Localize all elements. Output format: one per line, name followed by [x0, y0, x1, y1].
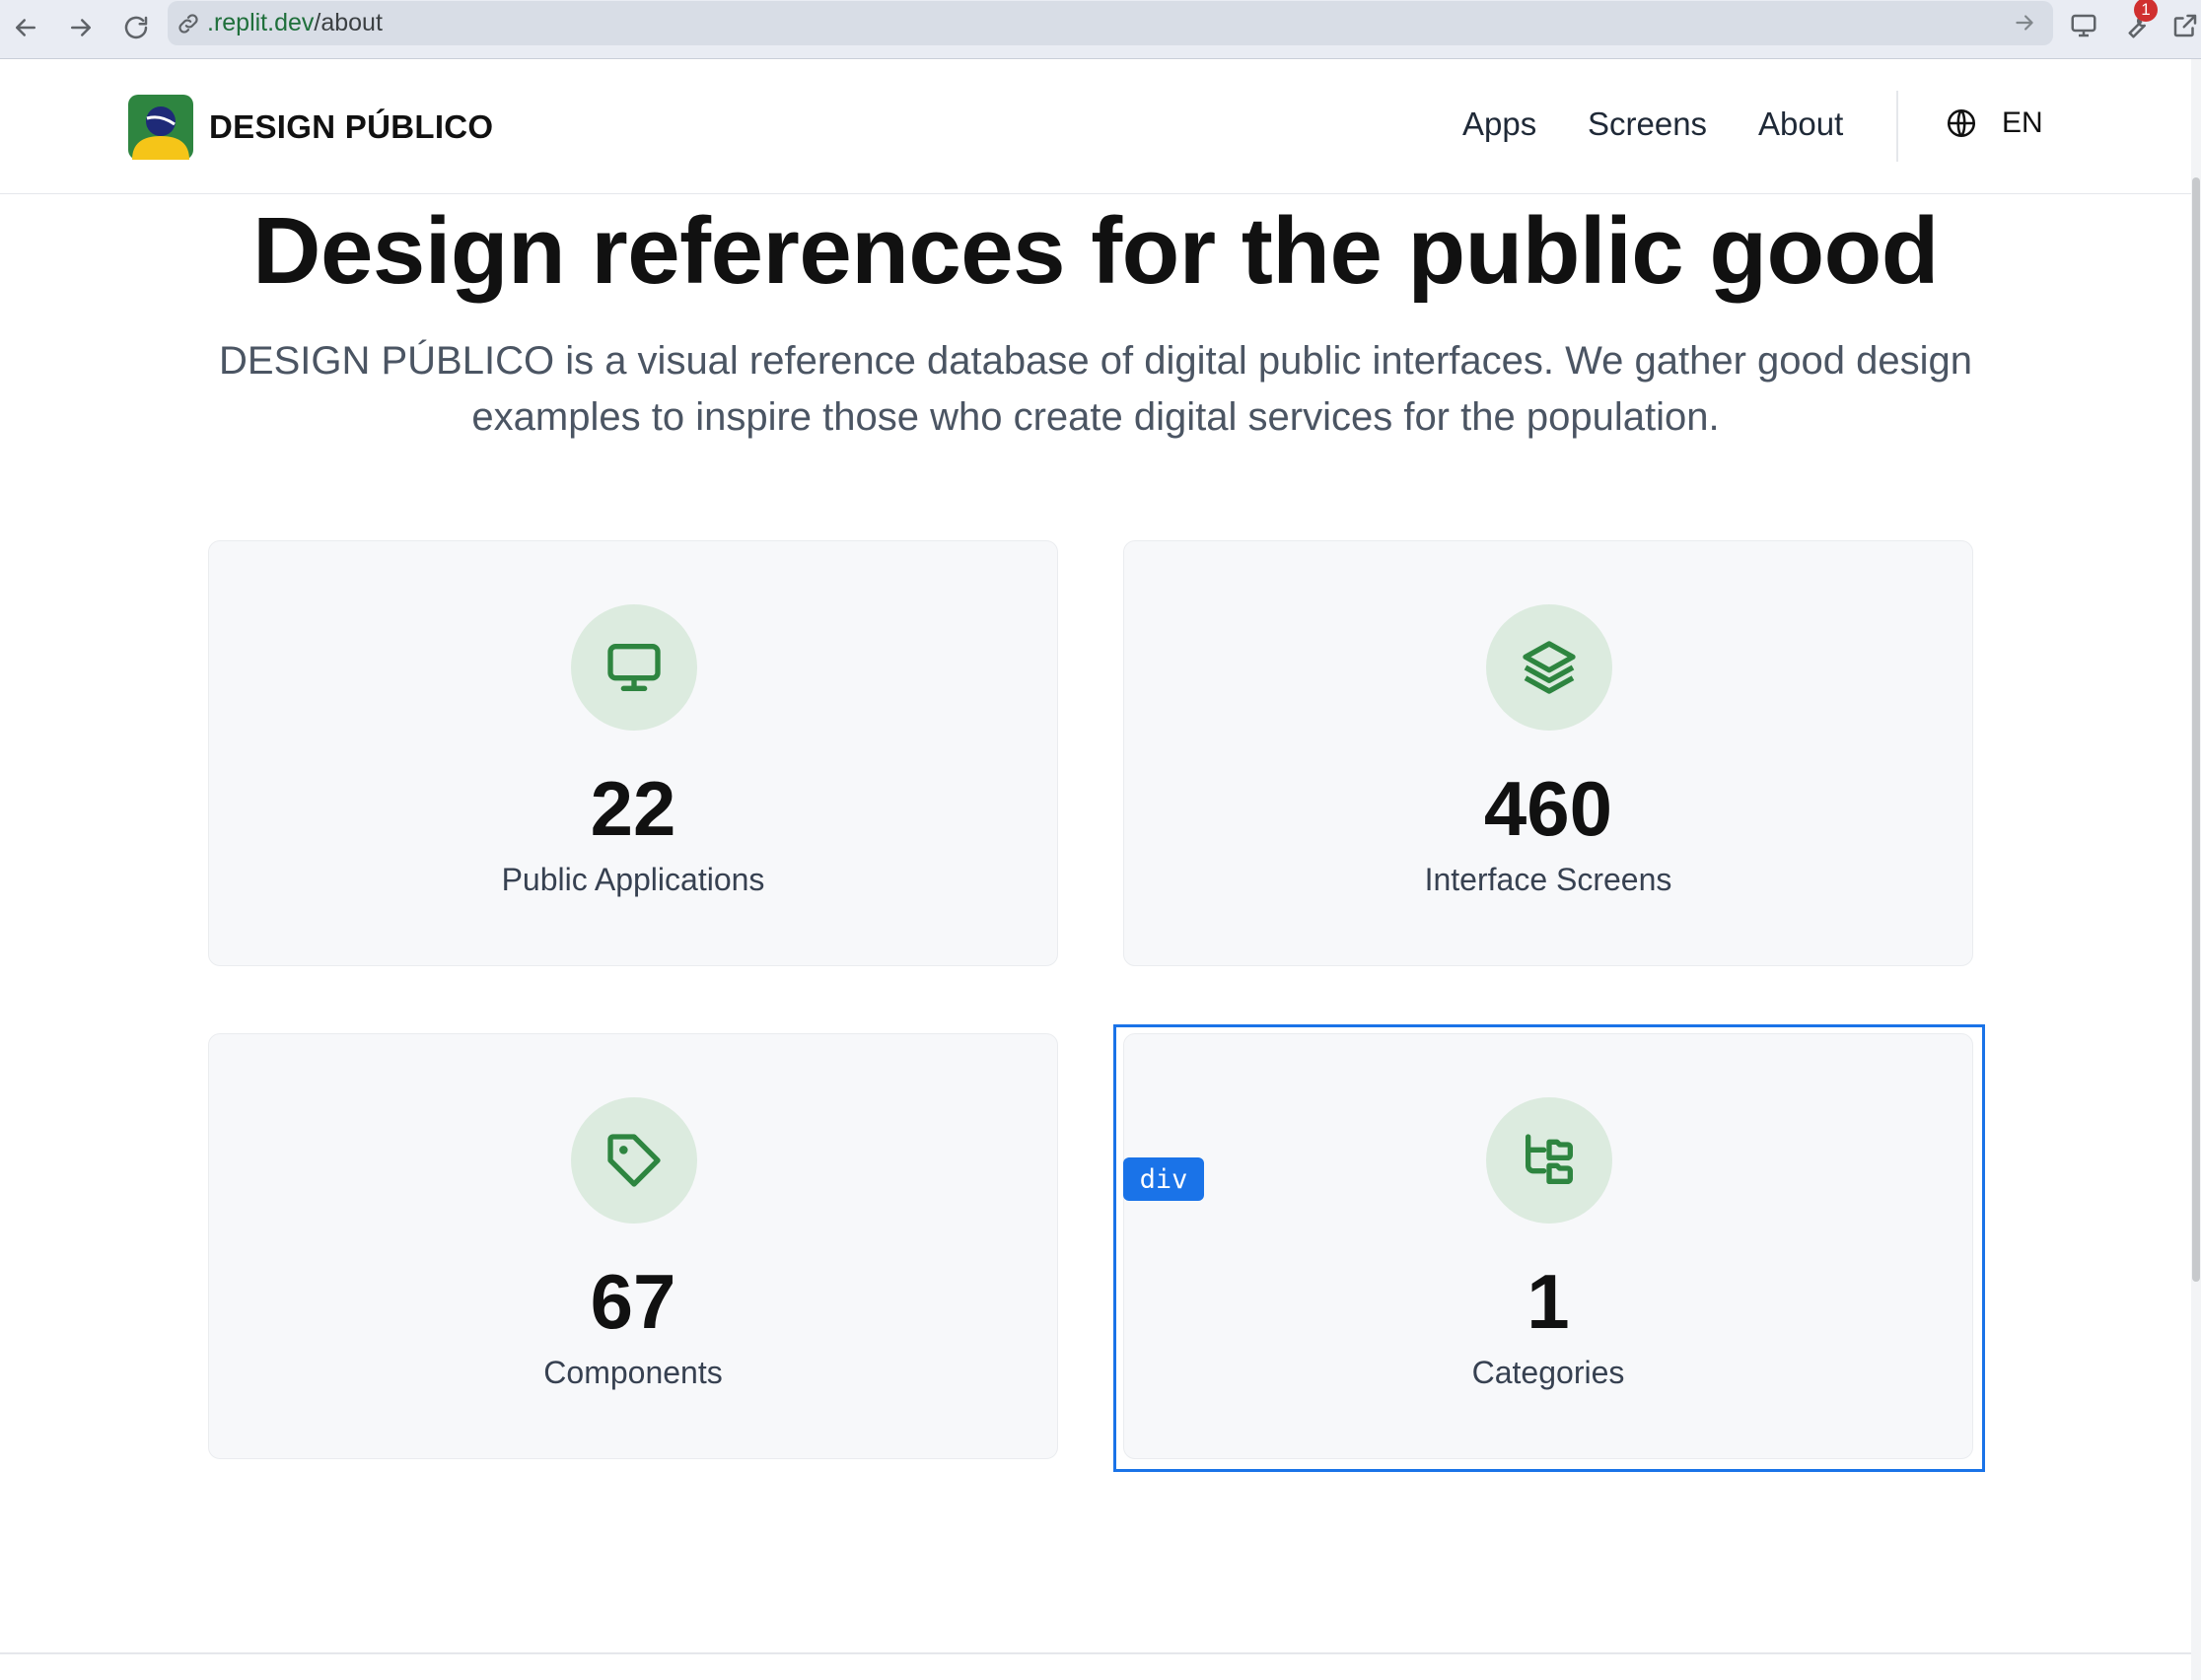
element-inspector-tag: div	[1123, 1157, 1204, 1201]
stat-icon-badge	[571, 604, 697, 731]
monitor-icon	[2071, 14, 2096, 37]
notification-badge: 1	[2134, 0, 2158, 22]
arrow-right-icon	[71, 19, 91, 36]
go-arrow-icon[interactable]	[2012, 10, 2037, 35]
address-bar[interactable]: .replit.dev/about	[168, 1, 2053, 45]
devices-button[interactable]	[2064, 6, 2103, 45]
page-title: Design references for the public good	[252, 198, 1939, 304]
monitor-icon	[607, 644, 661, 691]
stat-value: 67	[590, 1258, 676, 1345]
stat-card-applications: 22 Public Applications	[208, 540, 1058, 966]
browser-toolbar: .replit.dev/about 1	[0, 0, 2201, 59]
reload-icon	[124, 16, 148, 39]
brazil-flag-logo-icon	[128, 95, 193, 160]
stat-card-components: 67 Components	[208, 1033, 1058, 1459]
stat-icon-badge	[1486, 604, 1612, 731]
stat-icon-badge	[571, 1097, 697, 1224]
arrow-left-icon	[16, 19, 36, 36]
site-header: DESIGN PÚBLICO Apps Screens About EN	[0, 59, 2191, 194]
language-switcher[interactable]: EN	[1945, 106, 2043, 140]
reload-button[interactable]	[114, 6, 158, 49]
page-scrollbar[interactable]	[2191, 59, 2201, 1680]
extensions-button[interactable]: 1	[2116, 0, 2158, 45]
link-icon	[178, 13, 198, 34]
back-button[interactable]	[4, 6, 47, 49]
tag-icon	[607, 1134, 661, 1187]
language-code: EN	[2002, 106, 2043, 139]
stat-label: Public Applications	[501, 862, 765, 897]
open-new-window-button[interactable]	[2166, 6, 2201, 45]
stat-label: Interface Screens	[1424, 862, 1672, 897]
nav-link-screens[interactable]: Screens	[1588, 105, 1707, 143]
nav-link-about[interactable]: About	[1758, 105, 1843, 143]
external-link-icon	[2173, 14, 2197, 37]
stat-card-screens: 460 Interface Screens	[1123, 540, 1973, 966]
globe-icon	[1947, 108, 1976, 138]
nav-divider	[1896, 91, 1898, 162]
scrollbar-thumb[interactable]	[2192, 177, 2200, 1282]
brand-name: DESIGN PÚBLICO	[209, 108, 494, 145]
stat-value: 22	[590, 765, 676, 852]
element-inspector-highlight	[1113, 1024, 1985, 1472]
layers-icon	[1523, 641, 1576, 694]
url-text: .replit.dev/about	[207, 9, 383, 36]
forward-button[interactable]	[59, 6, 103, 49]
site-logo[interactable]: DESIGN PÚBLICO	[128, 95, 493, 160]
page-subtitle: DESIGN PÚBLICO is a visual reference dat…	[219, 339, 1972, 439]
stat-value: 460	[1483, 765, 1613, 852]
stat-label: Components	[543, 1355, 723, 1390]
nav-link-apps[interactable]: Apps	[1462, 105, 1536, 143]
footer-divider	[0, 1652, 2191, 1654]
